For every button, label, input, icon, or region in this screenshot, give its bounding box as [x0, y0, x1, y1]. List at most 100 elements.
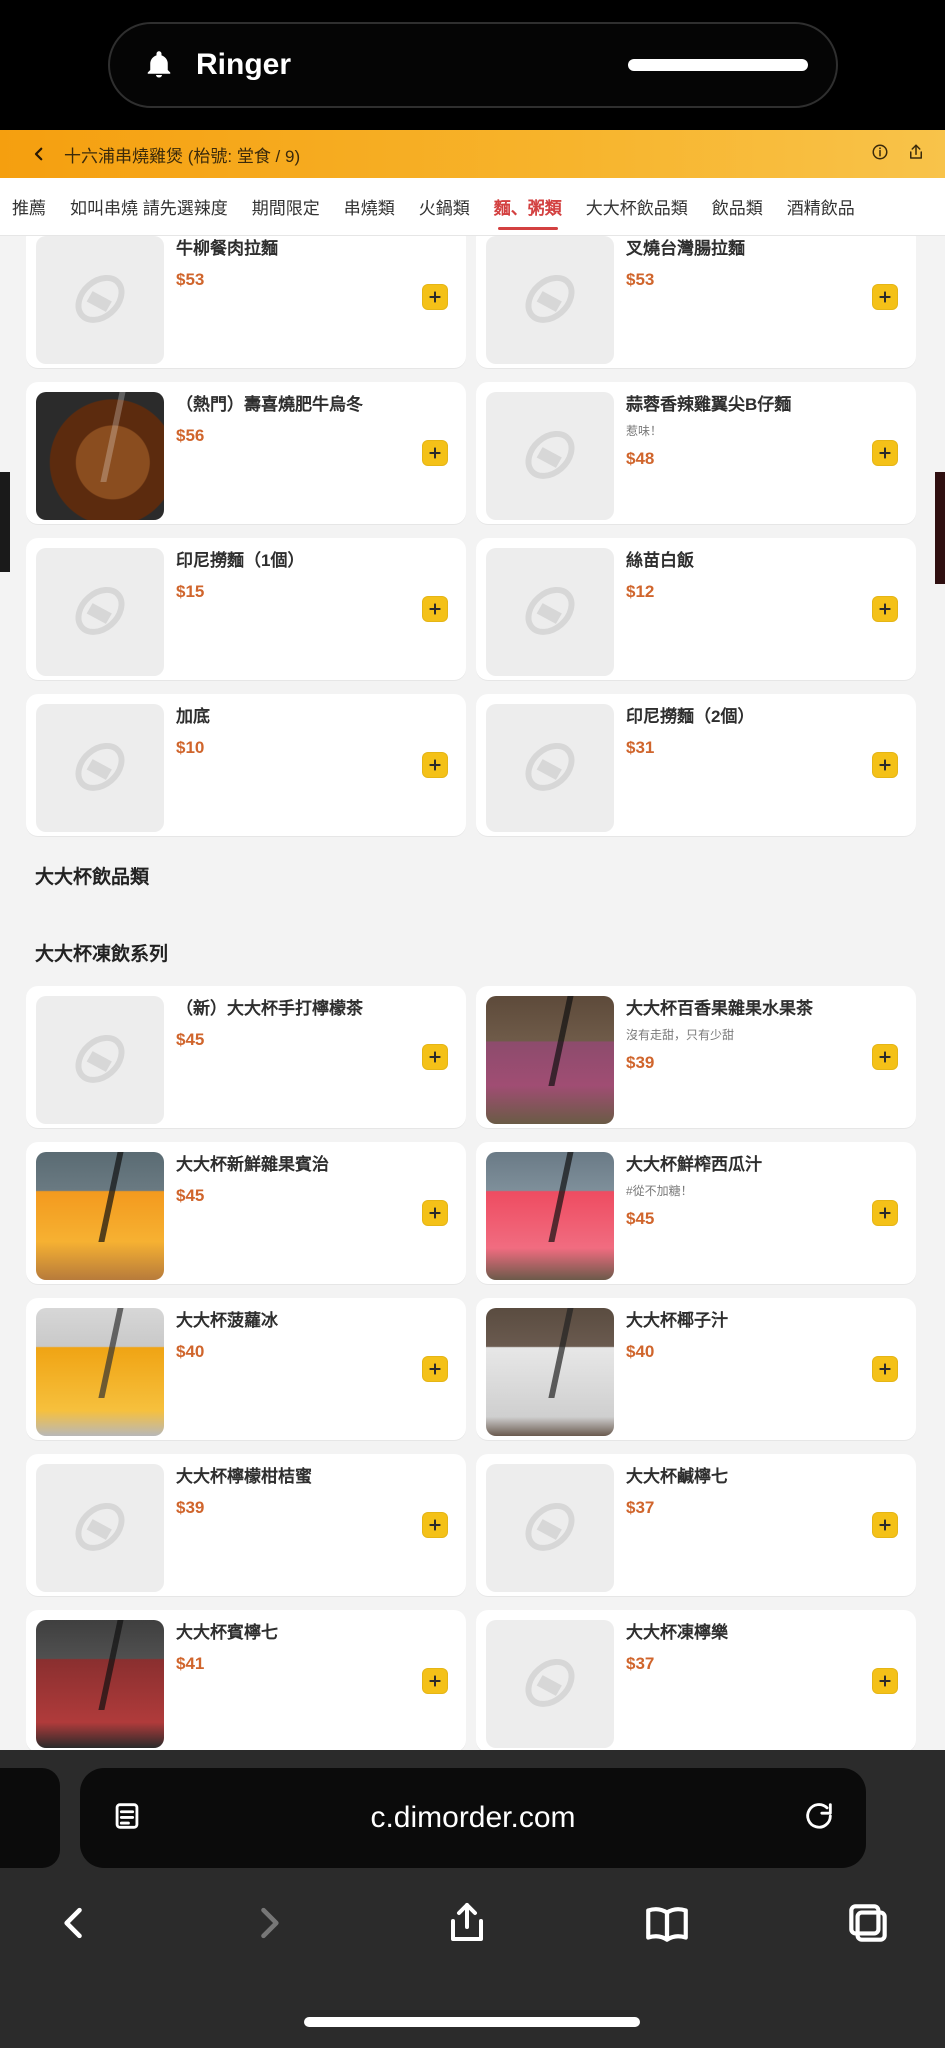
add-to-cart-button[interactable] — [872, 440, 898, 466]
item-price: $40 — [626, 1342, 655, 1361]
item-name: 印尼撈麵（2個） — [626, 707, 755, 726]
menu-item-card[interactable]: 大大杯鮮榨西瓜汁 #從不加糖！ $45 — [476, 1142, 916, 1284]
item-photo — [36, 1152, 164, 1280]
add-to-cart-button[interactable] — [422, 284, 448, 310]
menu-item-card[interactable]: 印尼撈麵（2個） $31 — [476, 694, 916, 836]
menu-item-card[interactable]: 牛柳餐肉拉麵 $53 — [26, 236, 466, 368]
category-tabs[interactable]: 推薦 如叫串燒 請先選辣度 期間限定 串燒類 火鍋類 麵、粥類 大大杯飲品類 飲… — [0, 178, 945, 236]
menu-content[interactable]: 牛柳餐肉拉麵 $53 叉燒台灣腸拉麵 $53 （熱門）壽喜燒肥牛烏冬 $56 蒜… — [0, 236, 945, 1750]
item-price: $45 — [176, 1186, 205, 1205]
add-to-cart-button[interactable] — [422, 1356, 448, 1382]
item-info: 叉燒台灣腸拉麵 $53 — [626, 236, 906, 358]
share-icon[interactable] — [907, 143, 925, 166]
bookmarks-icon[interactable] — [642, 1898, 692, 1953]
home-indicator — [304, 2017, 640, 2027]
add-to-cart-button[interactable] — [872, 1044, 898, 1070]
reader-icon[interactable] — [110, 1799, 144, 1838]
item-thumbnail — [486, 1620, 614, 1748]
tab-skewers[interactable]: 串燒類 — [332, 178, 407, 235]
add-to-cart-button[interactable] — [422, 1512, 448, 1538]
straw-detail — [548, 1308, 574, 1398]
menu-item-card[interactable]: 大大杯菠蘿冰 $40 — [26, 1298, 466, 1440]
item-name: 大大杯新鮮雜果賓治 — [176, 1155, 329, 1174]
tab-noodles-congee[interactable]: 麵、粥類 — [482, 178, 574, 235]
menu-grid-drinks: （新）大大杯手打檸檬茶 $45 大大杯百香果雜果水果茶 沒有走甜，只有少甜 $3… — [0, 986, 945, 1750]
straw-detail — [98, 1152, 124, 1242]
straw-detail — [98, 1620, 124, 1710]
menu-item-card[interactable]: 叉燒台灣腸拉麵 $53 — [476, 236, 916, 368]
back-arrow-icon[interactable] — [52, 1901, 96, 1950]
item-thumbnail — [36, 996, 164, 1124]
header-actions — [871, 143, 925, 166]
menu-item-card[interactable]: 印尼撈麵（1個） $15 — [26, 538, 466, 680]
menu-item-card[interactable]: 大大杯椰子汁 $40 — [476, 1298, 916, 1440]
address-bar[interactable]: c.dimorder.com — [80, 1768, 866, 1868]
tab-alcohol[interactable]: 酒精飲品 — [775, 178, 867, 235]
placeholder-logo-icon — [486, 1620, 614, 1748]
item-name: 大大杯賓檸七 — [176, 1623, 278, 1642]
placeholder-logo-icon — [36, 548, 164, 676]
straw-detail — [548, 1152, 574, 1242]
add-to-cart-button[interactable] — [422, 440, 448, 466]
back-icon[interactable] — [26, 141, 52, 167]
menu-item-card[interactable]: 大大杯檸檬柑桔蜜 $39 — [26, 1454, 466, 1596]
forward-arrow-icon[interactable] — [247, 1901, 291, 1950]
item-info: 大大杯檸檬柑桔蜜 $39 — [176, 1464, 456, 1586]
tabs-icon[interactable] — [843, 1898, 893, 1953]
add-to-cart-button[interactable] — [872, 1668, 898, 1694]
placeholder-logo-icon — [486, 1464, 614, 1592]
item-thumbnail — [36, 548, 164, 676]
tab-skewer-spice[interactable]: 如叫串燒 請先選辣度 — [58, 178, 240, 235]
add-to-cart-button[interactable] — [872, 596, 898, 622]
menu-item-card[interactable]: （熱門）壽喜燒肥牛烏冬 $56 — [26, 382, 466, 524]
menu-item-card[interactable]: 絲苗白飯 $12 — [476, 538, 916, 680]
add-to-cart-button[interactable] — [422, 1668, 448, 1694]
add-to-cart-button[interactable] — [422, 596, 448, 622]
item-name: 叉燒台灣腸拉麵 — [626, 239, 745, 258]
item-price: $39 — [626, 1053, 655, 1072]
tab-drinks[interactable]: 飲品類 — [700, 178, 775, 235]
add-to-cart-button[interactable] — [422, 1200, 448, 1226]
info-icon[interactable] — [871, 143, 889, 166]
menu-item-card[interactable]: 大大杯鹹檸七 $37 — [476, 1454, 916, 1596]
browser-address-area: c.dimorder.com — [0, 1750, 945, 1870]
add-to-cart-button[interactable] — [872, 1512, 898, 1538]
menu-item-card[interactable]: （新）大大杯手打檸檬茶 $45 — [26, 986, 466, 1128]
item-name: 絲苗白飯 — [626, 551, 694, 570]
item-photo — [36, 1308, 164, 1436]
item-price: $40 — [176, 1342, 205, 1361]
placeholder-logo-icon — [486, 548, 614, 676]
tab-big-cup-drinks[interactable]: 大大杯飲品類 — [574, 178, 700, 235]
tab-hotpot[interactable]: 火鍋類 — [407, 178, 482, 235]
placeholder-logo-icon — [486, 236, 614, 364]
add-to-cart-button[interactable] — [422, 752, 448, 778]
add-to-cart-button[interactable] — [422, 1044, 448, 1070]
item-thumbnail — [36, 1464, 164, 1592]
tab-limited-time[interactable]: 期間限定 — [240, 178, 332, 235]
url-text[interactable]: c.dimorder.com — [144, 1801, 802, 1835]
item-name: 大大杯菠蘿冰 — [176, 1311, 278, 1330]
menu-item-card[interactable]: 大大杯新鮮雜果賓治 $45 — [26, 1142, 466, 1284]
item-info: 蒜蓉香辣雞翼尖B仔麵 惹味！ $48 — [626, 392, 906, 514]
add-to-cart-button[interactable] — [872, 1200, 898, 1226]
menu-item-card[interactable]: 大大杯凍檸樂 $37 — [476, 1610, 916, 1750]
item-name: 大大杯鮮榨西瓜汁 — [626, 1155, 762, 1174]
add-to-cart-button[interactable] — [872, 284, 898, 310]
share-sheet-icon[interactable] — [443, 1899, 491, 1952]
item-name: 大大杯鹹檸七 — [626, 1467, 728, 1486]
menu-item-card[interactable]: 大大杯賓檸七 $41 — [26, 1610, 466, 1750]
menu-item-card[interactable]: 蒜蓉香辣雞翼尖B仔麵 惹味！ $48 — [476, 382, 916, 524]
item-price: $53 — [626, 270, 655, 289]
subsection-title: 大大杯凍飲系列 — [35, 944, 169, 965]
item-photo — [486, 1308, 614, 1436]
item-thumbnail — [36, 704, 164, 832]
menu-item-card[interactable]: 加底 $10 — [26, 694, 466, 836]
add-to-cart-button[interactable] — [872, 752, 898, 778]
reload-icon[interactable] — [802, 1799, 836, 1838]
item-info: 大大杯鮮榨西瓜汁 #從不加糖！ $45 — [626, 1152, 906, 1274]
tab-recommend[interactable]: 推薦 — [0, 178, 58, 235]
menu-item-card[interactable]: 大大杯百香果雜果水果茶 沒有走甜，只有少甜 $39 — [476, 986, 916, 1128]
item-info: 牛柳餐肉拉麵 $53 — [176, 236, 456, 358]
add-to-cart-button[interactable] — [872, 1356, 898, 1382]
previous-tab-fragment[interactable] — [0, 1768, 60, 1868]
